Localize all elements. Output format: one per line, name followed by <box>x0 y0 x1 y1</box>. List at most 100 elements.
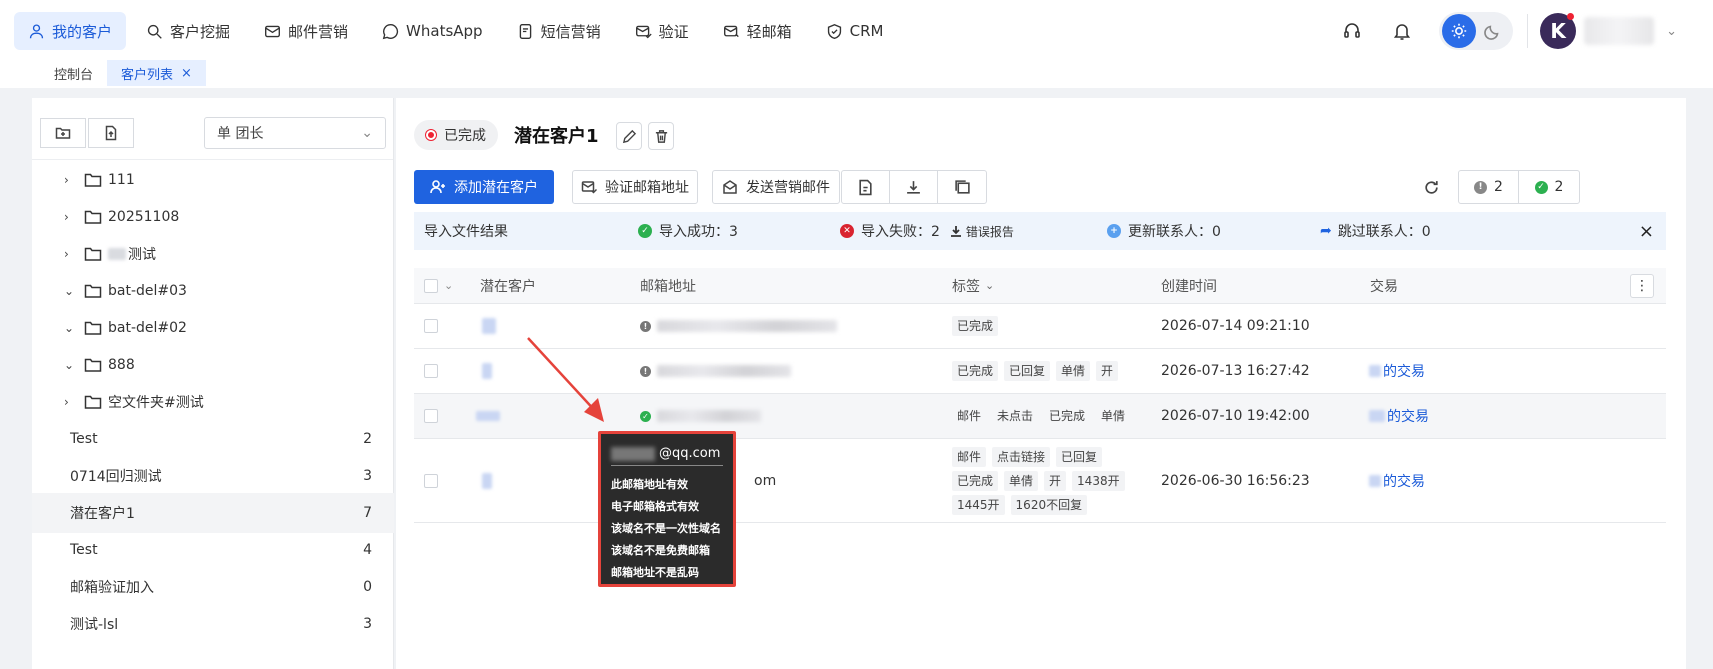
select-all-checkbox[interactable]: ⌄ <box>424 268 453 303</box>
export-report-button[interactable] <box>842 171 890 203</box>
check-circle-icon: ✓ <box>638 224 652 238</box>
nav-crm[interactable]: CRM <box>812 12 898 50</box>
error-report-link[interactable]: 错误报告 <box>950 223 1014 240</box>
nav-customer-mining[interactable]: 客户挖掘 <box>132 12 244 50</box>
folder-item[interactable]: › 空文件夹#测试 <box>32 382 394 422</box>
folder-item[interactable]: ⌄ bat-del#02 <box>32 308 394 348</box>
notifications-button[interactable] <box>1383 12 1421 50</box>
import-fail-label: 导入失败：2 <box>861 224 940 240</box>
folder-label: 888 <box>108 357 135 373</box>
group-item[interactable]: 0714回归测试 3 <box>32 456 394 496</box>
chevron-down-icon[interactable]: ⌄ <box>444 279 453 292</box>
header-tags[interactable]: 标签 ⌄ <box>952 268 994 303</box>
customer-name-blurred[interactable] <box>482 304 496 348</box>
import-skipped: ➦ 跳过联系人：0 <box>1320 221 1431 241</box>
tags-cell: 已完成 已回复 单倩 开 <box>952 349 1124 393</box>
customer-name-blurred[interactable] <box>476 394 500 438</box>
download-button[interactable] <box>890 171 938 203</box>
support-button[interactable] <box>1333 12 1371 50</box>
folder-label: bat-del#03 <box>108 283 187 299</box>
tab-dashboard[interactable]: 控制台 <box>40 60 107 86</box>
user-name-blurred[interactable] <box>1584 17 1655 45</box>
chevron-right-icon[interactable]: › <box>64 210 78 224</box>
delete-button[interactable] <box>648 122 674 150</box>
nav-my-customers[interactable]: 我的客户 <box>14 12 127 50</box>
chevron-right-icon[interactable]: › <box>64 173 78 187</box>
close-icon[interactable]: × <box>1639 221 1654 242</box>
row-checkbox[interactable] <box>424 304 438 348</box>
light-theme-button[interactable] <box>1442 14 1477 48</box>
copy-button[interactable] <box>938 171 986 203</box>
sidebar-header: 单 团长 ⌄ <box>32 98 393 160</box>
nav-verify[interactable]: 验证 <box>621 12 703 50</box>
folder-item[interactable]: ⌄ 888 <box>32 345 394 385</box>
annotation-arrow <box>527 337 604 422</box>
nav-sms-marketing[interactable]: 短信营销 <box>503 12 615 50</box>
group-item[interactable]: 邮箱验证加入 0 <box>32 567 394 607</box>
group-count: 2 <box>363 431 372 447</box>
group-item[interactable]: Test 2 <box>32 419 394 459</box>
check-icon: ✓ <box>1534 180 1548 194</box>
new-folder-button[interactable] <box>40 118 86 148</box>
chevron-down-icon[interactable]: ⌄ <box>64 321 78 335</box>
warning-count[interactable]: ! 2 <box>1459 171 1519 203</box>
folder-item[interactable]: ⌄ bat-del#03 <box>32 271 394 311</box>
send-marketing-email-button[interactable]: 发送营销邮件 <box>712 170 840 204</box>
group-item-active[interactable]: 潜在客户1 7 <box>32 493 394 533</box>
owner-select-value: 单 团长 <box>217 126 264 142</box>
more-options-button[interactable]: ⋮ <box>1630 274 1654 298</box>
tab-customer-list[interactable]: 客户列表 × <box>107 60 206 86</box>
mail-check-icon <box>635 25 652 38</box>
row-checkbox[interactable] <box>424 394 438 438</box>
customer-name-blurred[interactable] <box>482 439 492 522</box>
group-label: 测试-lsl <box>70 617 119 633</box>
nav-light-mail[interactable]: 轻邮箱 <box>709 12 806 50</box>
folder-item[interactable]: › 111 <box>32 160 394 200</box>
headset-icon <box>1344 23 1360 38</box>
row-checkbox[interactable] <box>424 349 438 393</box>
nav-label: 我的客户 <box>52 22 113 41</box>
tooltip-email: @qq.com <box>611 442 723 466</box>
deal-link[interactable]: 的交易 <box>1369 439 1425 522</box>
folder-item[interactable]: › 测试 <box>32 234 394 274</box>
page-title: 潜在客户1 <box>514 126 599 147</box>
tag: 单倩 <box>1101 409 1126 423</box>
import-result-bar: 导入文件结果 ✓ 导入成功：3 ✕ 导入失败：2 错误报告 + 更新联系人：0 … <box>414 212 1666 250</box>
created-time: 2026-07-10 19:42:00 <box>1161 408 1310 424</box>
group-count: 3 <box>363 468 372 484</box>
group-label: 0714回归测试 <box>70 469 162 485</box>
group-item[interactable]: Test 4 <box>32 530 394 570</box>
success-count[interactable]: ✓ 2 <box>1519 171 1579 203</box>
group-count: 7 <box>363 505 372 521</box>
nav-email-marketing[interactable]: 邮件营销 <box>250 12 362 50</box>
edit-button[interactable] <box>616 122 642 150</box>
nav-whatsapp[interactable]: WhatsApp <box>368 12 497 50</box>
chevron-down-icon[interactable]: ⌄ <box>64 284 78 298</box>
customer-name-blurred[interactable] <box>482 349 492 393</box>
verify-email-button[interactable]: 验证邮箱地址 <box>572 170 698 204</box>
group-item[interactable]: 测试-lsl 3 <box>32 604 394 644</box>
chevron-down-icon[interactable]: ⌄ <box>1666 24 1677 39</box>
chevron-right-icon[interactable]: › <box>64 247 78 261</box>
import-file-button[interactable] <box>88 118 134 148</box>
chevron-right-icon[interactable]: › <box>64 395 78 409</box>
close-icon[interactable]: × <box>181 66 192 81</box>
tooltip-line: 此邮箱地址有效 <box>611 478 688 491</box>
valid-check-icon[interactable]: ✓ <box>640 410 651 422</box>
owner-select[interactable]: 单 团长 ⌄ <box>204 117 386 149</box>
add-customer-button[interactable]: 添加潜在客户 <box>414 170 554 204</box>
dark-theme-button[interactable] <box>1476 14 1510 48</box>
avatar[interactable]: K <box>1540 13 1577 49</box>
email-blurred <box>657 365 791 377</box>
group-count: 3 <box>363 616 372 632</box>
folder-item[interactable]: › 20251108 <box>32 197 394 237</box>
theme-toggle[interactable] <box>1439 12 1514 50</box>
blurred-text <box>108 248 126 260</box>
deal-link[interactable]: 的交易 <box>1369 349 1425 393</box>
deal-link[interactable]: 的交易 <box>1369 394 1429 438</box>
row-checkbox[interactable] <box>424 439 438 522</box>
email-cell: ! <box>640 304 837 348</box>
blurred-text <box>1369 410 1385 422</box>
chevron-down-icon[interactable]: ⌄ <box>64 358 78 372</box>
refresh-button[interactable] <box>1414 170 1448 204</box>
